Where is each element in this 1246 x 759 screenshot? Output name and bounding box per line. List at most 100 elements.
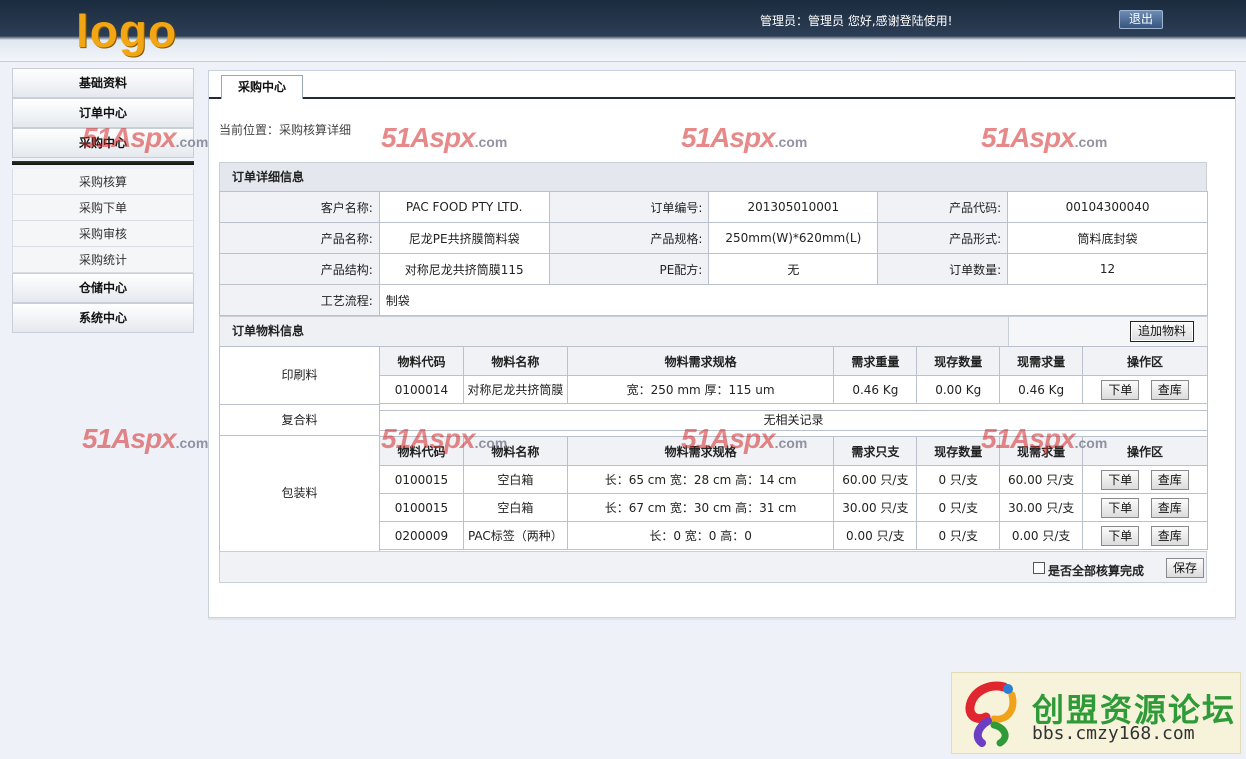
all-done-checkbox[interactable]	[1033, 562, 1045, 574]
check-stock-button[interactable]: 查库	[1150, 497, 1189, 518]
check-stock-button[interactable]: 查库	[1150, 525, 1189, 546]
order-info-row: 产品结构: 对称尼龙共挤筒膜115 PE配方: 无 订单数量: 12	[219, 253, 1208, 285]
watermark: 51Aspx.com	[82, 423, 209, 454]
sidebar-category-system[interactable]: 系统中心	[12, 303, 194, 333]
col-header-current-demand: 现需求量	[999, 436, 1084, 466]
required-count: 30.00 只/支	[833, 493, 918, 522]
welcome-text: 管理员：管理员 您好,感谢登陆使用!	[760, 14, 953, 28]
order-info-row: 工艺流程: 制袋	[219, 284, 1209, 316]
col-header-stock: 现存数量	[916, 346, 1001, 376]
sidebar-item-purchase-stats[interactable]: 采购统计	[12, 247, 194, 273]
sidebar-category-purchase[interactable]: 采购中心	[12, 128, 194, 158]
required-weight: 0.46 Kg	[833, 375, 918, 404]
action-cell: 下单 查库	[1082, 375, 1208, 404]
material-code: 0100014	[379, 375, 464, 404]
material-name: 空白箱	[462, 493, 568, 522]
pe-formula-value: 无	[708, 253, 879, 285]
material-name: 空白箱	[462, 465, 568, 494]
product-code-label: 产品代码:	[877, 191, 1009, 223]
top-header: logo 管理员：管理员 您好,感谢登陆使用! 退出	[0, 0, 1246, 62]
order-quantity-label: 订单数量:	[877, 253, 1009, 285]
composite-row-frame	[379, 404, 1208, 436]
check-stock-button[interactable]: 查库	[1150, 379, 1189, 400]
col-header-name: 物料名称	[462, 436, 568, 466]
order-quantity-value: 12	[1007, 253, 1208, 285]
col-header-current-demand: 现需求量	[999, 346, 1084, 376]
order-info-table: 客户名称: PAC FOOD PTY LTD. 订单编号: 2013050100…	[219, 191, 1209, 316]
current-demand: 0.46 Kg	[999, 375, 1084, 404]
sidebar-item-purchase-order[interactable]: 采购下单	[12, 195, 194, 221]
current-demand: 60.00 只/支	[999, 465, 1084, 494]
brand-url: bbs.cmzy168.com	[1032, 723, 1195, 744]
order-button[interactable]: 下单	[1101, 497, 1140, 518]
required-count: 60.00 只/支	[833, 465, 918, 494]
customer-name-value: PAC FOOD PTY LTD.	[378, 191, 550, 223]
sidebar: 基础资料 订单中心 采购中心 采购核算 采购下单 采购审核 采购统计 仓储中心 …	[12, 68, 194, 333]
material-section-title: 订单物料信息	[219, 316, 1009, 347]
tab-purchase-center[interactable]: 采购中心	[221, 75, 303, 99]
action-cell: 下单 查库	[1082, 493, 1208, 522]
sidebar-item-purchase-accounting[interactable]: 采购核算	[12, 169, 194, 195]
table-row: 0100015 空白箱 长：67 cm 宽：30 cm 高：31 cm 30.0…	[379, 493, 1208, 522]
check-stock-button[interactable]: 查库	[1150, 469, 1189, 490]
order-number-label: 订单编号:	[548, 191, 710, 223]
material-name: 对称尼龙共挤筒膜	[462, 375, 568, 404]
packing-material-table: 物料代码 物料名称 物料需求规格 需求只支 现存数量 现需求量 操作区 0100…	[379, 436, 1208, 550]
col-header-name: 物料名称	[462, 346, 568, 376]
material-spec: 宽：250 mm 厚：115 um	[566, 375, 835, 404]
col-header-required-count: 需求只支	[833, 436, 918, 466]
process-label: 工艺流程:	[219, 284, 380, 316]
sidebar-category-warehouse[interactable]: 仓储中心	[12, 273, 194, 303]
col-header-actions: 操作区	[1082, 346, 1208, 376]
order-section-title: 订单详细信息	[219, 162, 1207, 192]
breadcrumb: 当前位置：采购核算详细	[219, 123, 352, 137]
sidebar-category-basic[interactable]: 基础资料	[12, 68, 194, 98]
product-code-value: 00104300040	[1007, 191, 1208, 223]
logout-button[interactable]: 退出	[1119, 10, 1163, 29]
stock-quantity: 0 只/支	[916, 493, 1001, 522]
product-spec-value: 250mm(W)*620mm(L)	[708, 222, 879, 254]
sidebar-item-purchase-review[interactable]: 采购审核	[12, 221, 194, 247]
product-spec-label: 产品规格:	[548, 222, 710, 254]
all-done-label: 是否全部核算完成	[1048, 564, 1145, 578]
material-spec: 长：67 cm 宽：30 cm 高：31 cm	[566, 493, 835, 522]
product-form-value: 筒料底封袋	[1007, 222, 1208, 254]
pe-formula-label: PE配方:	[548, 253, 710, 285]
save-button[interactable]: 保存	[1166, 558, 1205, 578]
order-info-row: 产品名称: 尼龙PE共挤膜筒料袋 产品规格: 250mm(W)*620mm(L)…	[219, 222, 1208, 254]
col-header-spec: 物料需求规格	[566, 436, 835, 466]
forum-brand: 创盟资源论坛 bbs.cmzy168.com	[951, 672, 1241, 754]
sidebar-divider	[12, 161, 194, 165]
add-material-button[interactable]: 追加物料	[1130, 321, 1195, 342]
material-code: 0100015	[379, 493, 464, 522]
product-structure-value: 对称尼龙共挤筒膜115	[378, 253, 550, 285]
sidebar-category-orders[interactable]: 订单中心	[12, 98, 194, 128]
table-row: 0200009 PAC标签（两种） 长：0 宽：0 高：0 0.00 只/支 0…	[379, 521, 1208, 550]
table-header-row: 物料代码 物料名称 物料需求规格 需求重量 现存数量 现需求量 操作区	[379, 346, 1208, 376]
order-button[interactable]: 下单	[1101, 469, 1140, 490]
order-info-row: 客户名称: PAC FOOD PTY LTD. 订单编号: 2013050100…	[219, 191, 1208, 223]
table-row: 0100015 空白箱 长：65 cm 宽：28 cm 高：14 cm 60.0…	[379, 465, 1208, 494]
stock-quantity: 0 只/支	[916, 521, 1001, 550]
order-button[interactable]: 下单	[1101, 525, 1140, 546]
current-demand: 0.00 只/支	[999, 521, 1084, 550]
current-demand: 30.00 只/支	[999, 493, 1084, 522]
product-name-label: 产品名称:	[219, 222, 380, 254]
form-footer: 是否全部核算完成 保存	[219, 551, 1207, 583]
col-header-code: 物料代码	[379, 346, 464, 376]
stock-quantity: 0.00 Kg	[916, 375, 1001, 404]
process-value: 制袋	[378, 284, 1209, 316]
material-code: 0200009	[379, 521, 464, 550]
action-cell: 下单 查库	[1082, 465, 1208, 494]
brand-emblem-icon	[965, 681, 1017, 747]
order-button[interactable]: 下单	[1101, 379, 1140, 400]
col-header-actions: 操作区	[1082, 436, 1208, 466]
table-header-row: 物料代码 物料名称 物料需求规格 需求只支 现存数量 现需求量 操作区	[379, 436, 1208, 466]
material-spec: 长：0 宽：0 高：0	[566, 521, 835, 550]
packing-group-label: 包装料	[219, 435, 380, 552]
product-structure-label: 产品结构:	[219, 253, 380, 285]
stock-quantity: 0 只/支	[916, 465, 1001, 494]
product-form-label: 产品形式:	[877, 222, 1009, 254]
print-material-table: 物料代码 物料名称 物料需求规格 需求重量 现存数量 现需求量 操作区 0100…	[379, 346, 1208, 404]
action-cell: 下单 查库	[1082, 521, 1208, 550]
